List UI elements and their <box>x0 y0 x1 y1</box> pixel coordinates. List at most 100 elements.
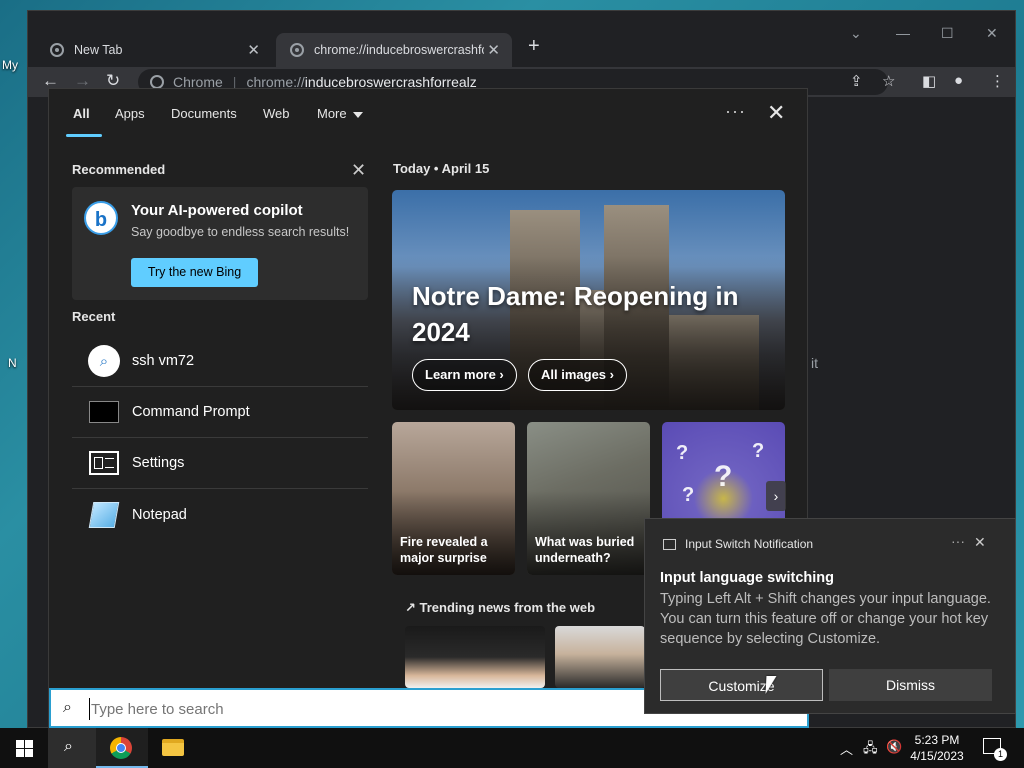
close-window-icon[interactable]: ✕ <box>986 25 998 42</box>
search-filter-tabs: All Apps Documents Web More ··· ✕ <box>49 89 807 141</box>
desktop-icon-label[interactable]: N <box>8 356 17 370</box>
notification-close-icon[interactable]: ✕ <box>974 534 986 551</box>
tab-new-tab[interactable]: New Tab ✕ <box>36 33 272 67</box>
chrome-menu-icon[interactable]: ⋮ <box>990 72 1005 90</box>
notepad-icon-wrap <box>88 499 120 531</box>
news-card-buried[interactable]: What was buried underneath? <box>527 422 650 575</box>
system-clock[interactable]: 5:23 PM 4/15/2023 <box>902 732 972 764</box>
tab-web[interactable]: Web <box>263 106 290 121</box>
chrome-icon <box>110 737 132 759</box>
question-mark-image: ? <box>714 460 733 493</box>
close-search-icon[interactable]: ✕ <box>767 100 785 126</box>
desktop-icon-label[interactable]: My <box>2 58 18 72</box>
recommended-heading: Recommended <box>72 162 166 177</box>
recent-item-settings[interactable]: Settings <box>72 438 368 489</box>
taskbar: ⌕ ︿ 🖧 🔇 5:23 PM 4/15/2023 1 <box>0 728 1024 768</box>
copilot-subtitle: Say goodbye to endless search results! <box>131 225 350 239</box>
volume-muted-icon[interactable]: 🔇 <box>886 739 902 755</box>
trending-heading: ↗ Trending news from the web <box>405 600 595 616</box>
dismiss-button[interactable]: Dismiss <box>829 669 992 701</box>
mouse-cursor <box>765 676 777 694</box>
tab-apps[interactable]: Apps <box>115 106 145 121</box>
windows-start-icon[interactable] <box>16 740 33 757</box>
tab-crash-url[interactable]: chrome://inducebroswercrashforrealz ✕ <box>276 33 512 67</box>
globe-icon <box>290 43 304 57</box>
recent-item-ssh[interactable]: ⌕ ssh vm72 <box>72 336 368 387</box>
card-title: What was buried underneath? <box>535 535 635 565</box>
clock-date: 4/15/2023 <box>910 749 964 763</box>
notification-title: Input language switching <box>660 570 834 586</box>
keyboard-icon <box>663 539 676 550</box>
tab-title: chrome://inducebroswercrashforrealz <box>314 43 484 57</box>
recent-heading: Recent <box>72 309 116 324</box>
bookmark-star-icon[interactable]: ☆ <box>882 72 895 90</box>
caret-down-icon <box>352 111 363 118</box>
card-title: Fire revealed a major surprise <box>400 535 488 565</box>
copilot-title: Your AI-powered copilot <box>131 202 303 219</box>
input-switch-notification: Input Switch Notification ··· ✕ Input la… <box>644 518 1016 714</box>
dismiss-recommended-icon[interactable]: ✕ <box>351 160 366 181</box>
try-new-bing-button[interactable]: Try the new Bing <box>131 258 258 287</box>
active-tab-indicator <box>66 134 102 137</box>
trending-thumbnail[interactable] <box>405 626 545 688</box>
next-cards-chevron-icon[interactable]: › <box>766 481 786 511</box>
today-date-label: Today • April 15 <box>393 161 490 176</box>
bing-logo-icon: b <box>84 201 118 235</box>
tab-documents[interactable]: Documents <box>171 106 237 121</box>
taskbar-chrome-button[interactable] <box>96 728 148 768</box>
copilot-promo-card[interactable]: b Your AI-powered copilot Say goodbye to… <box>72 187 368 300</box>
learn-more-button[interactable]: Learn more › <box>412 359 517 391</box>
tab-more-label: More <box>317 106 347 121</box>
search-icon: ⌕ <box>88 345 120 377</box>
side-panel-icon[interactable]: ◧ <box>922 72 936 90</box>
recent-item-label: Notepad <box>132 506 187 523</box>
recent-item-notepad[interactable]: Notepad <box>72 489 368 540</box>
more-options-icon[interactable]: ··· <box>725 101 746 122</box>
profile-icon[interactable]: ● <box>954 72 963 89</box>
command-prompt-icon <box>89 401 119 423</box>
hero-news-card[interactable]: Notre Dame: Reopening in 2024 Learn more… <box>392 190 785 410</box>
trending-thumbnail[interactable] <box>555 626 645 688</box>
trending-arrow-icon: ↗ <box>405 600 420 615</box>
settings-icon-wrap <box>88 447 120 479</box>
search-icon: ⌕ <box>63 699 72 716</box>
taskbar-file-explorer-button[interactable] <box>150 728 198 768</box>
all-images-button[interactable]: All images › <box>528 359 627 391</box>
close-tab-icon[interactable]: ✕ <box>487 41 500 59</box>
question-mark-image: ? <box>676 442 689 464</box>
notepad-icon <box>88 501 120 528</box>
notification-app-name: Input Switch Notification <box>685 537 814 551</box>
close-tab-icon[interactable]: ✕ <box>247 41 260 59</box>
search-input[interactable] <box>89 698 589 720</box>
recent-item-label: ssh vm72 <box>132 353 195 369</box>
settings-icon <box>89 451 119 475</box>
tab-strip: New Tab ✕ chrome://inducebroswercrashfor… <box>28 11 1015 67</box>
command-prompt-icon-wrap <box>88 396 120 428</box>
show-hidden-icons-chevron-icon[interactable]: ︿ <box>840 739 853 758</box>
tab-title: New Tab <box>74 43 123 57</box>
tab-search-icon[interactable]: ⌄ <box>850 25 862 42</box>
new-tab-button[interactable]: + <box>528 35 540 58</box>
taskbar-search-button[interactable]: ⌕ <box>48 728 96 768</box>
share-icon[interactable]: ⇪ <box>850 72 863 90</box>
question-mark-image: ? <box>752 440 765 462</box>
network-icon[interactable]: 🖧 <box>863 739 878 761</box>
news-card-fire[interactable]: Fire revealed a major surprise <box>392 422 515 575</box>
notification-body: Typing Left Alt + Shift changes your inp… <box>660 591 991 647</box>
page-content-text: it <box>811 355 818 371</box>
notification-options-icon[interactable]: ··· <box>951 533 965 549</box>
question-mark-image: ? <box>682 484 695 506</box>
chrome-favicon-icon <box>50 43 64 57</box>
minimize-icon[interactable]: — <box>896 25 910 41</box>
recent-item-command-prompt[interactable]: Command Prompt <box>72 387 368 438</box>
search-icon: ⌕ <box>64 738 73 755</box>
maximize-icon[interactable]: ☐ <box>941 25 954 42</box>
tab-more[interactable]: More <box>317 106 363 121</box>
recent-item-label: Command Prompt <box>132 404 250 420</box>
tab-all[interactable]: All <box>73 106 90 121</box>
trending-title: Trending news from the web <box>419 600 596 615</box>
notification-count-badge: 1 <box>994 748 1007 761</box>
site-info-icon[interactable] <box>150 75 164 89</box>
hero-title: Notre Dame: Reopening in 2024 <box>412 281 739 347</box>
customize-button[interactable]: Customize <box>660 669 823 701</box>
